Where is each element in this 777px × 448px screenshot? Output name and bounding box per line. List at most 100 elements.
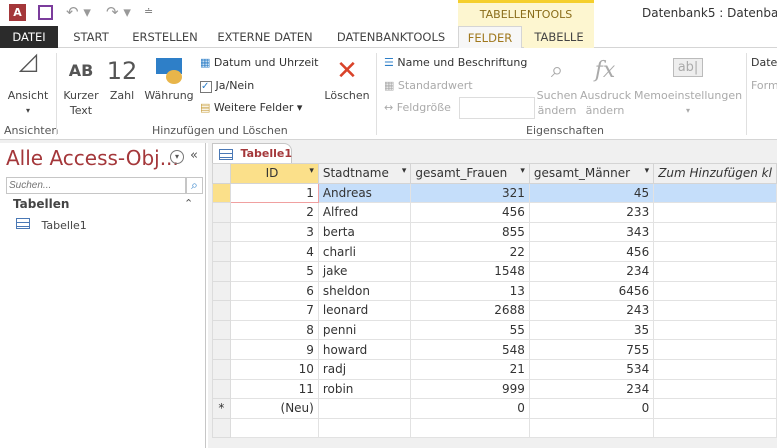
cell-empty[interactable]: [653, 358, 777, 380]
document-tab-tabelle1[interactable]: Tabelle1: [212, 143, 292, 163]
memoeinstellungen-button[interactable]: ab| Memoeinstellungen ▾: [634, 54, 742, 118]
cell-stadtname[interactable]: robin: [317, 378, 412, 400]
cell-empty[interactable]: [653, 241, 777, 262]
cell-gesamt-frauen[interactable]: 321: [410, 182, 530, 204]
table-row[interactable]: 11 robin 999 234: [212, 378, 777, 400]
cell-empty[interactable]: [653, 378, 777, 400]
row-selector[interactable]: [212, 182, 231, 204]
customize-icon[interactable]: ≐: [144, 5, 153, 18]
cell-gesamt-maenner[interactable]: 534: [528, 358, 655, 380]
row-selector[interactable]: [212, 260, 231, 282]
cell-gesamt-frauen[interactable]: 21: [410, 358, 530, 380]
datum-uhrzeit-button[interactable]: ▦ Datum und Uhrzeit: [200, 56, 319, 69]
cell-stadtname[interactable]: charli: [317, 241, 412, 262]
tab-tabelle[interactable]: TABELLE: [524, 26, 594, 48]
table-row[interactable]: 10 radj 21 534: [212, 358, 777, 380]
cell-gesamt-maenner[interactable]: 45: [528, 182, 655, 204]
tab-datei[interactable]: DATEI: [0, 26, 58, 48]
ausdruck-aendern-button[interactable]: fx Ausdruck ändern: [580, 54, 631, 118]
row-selector[interactable]: [212, 221, 231, 243]
cell-id[interactable]: 9: [229, 339, 319, 360]
row-selector[interactable]: [212, 280, 231, 302]
cell-id[interactable]: (Neu): [229, 398, 319, 419]
cell-gesamt-frauen[interactable]: 855: [410, 221, 530, 243]
loeschen-button[interactable]: ✕ Löschen: [324, 54, 370, 103]
cell-stadtname[interactable]: howard: [317, 339, 412, 360]
cell-gesamt-maenner[interactable]: 0: [528, 398, 655, 419]
row-selector[interactable]: [212, 241, 231, 262]
cell-gesamt-maenner[interactable]: 35: [528, 319, 655, 341]
row-selector[interactable]: [212, 358, 231, 380]
cell-empty[interactable]: [653, 182, 777, 204]
cell-stadtname[interactable]: radj: [317, 358, 412, 380]
cell-empty[interactable]: [653, 319, 777, 341]
suchen-aendern-button[interactable]: ⌕ Suchen ändern: [536, 54, 578, 118]
tab-externe-daten[interactable]: EXTERNE DATEN: [212, 26, 318, 48]
cell-id[interactable]: 7: [229, 300, 319, 321]
cell-id[interactable]: 3: [229, 221, 319, 243]
cell-gesamt-maenner[interactable]: 755: [528, 339, 655, 360]
sort-dropdown-icon[interactable]: ▾: [402, 166, 407, 176]
cell-gesamt-maenner[interactable]: 456: [528, 241, 655, 262]
standardwert-button[interactable]: ▦ Standardwert: [384, 79, 473, 92]
cell-empty[interactable]: [653, 260, 777, 282]
cell-stadtname[interactable]: Alfred: [317, 202, 412, 223]
nav-section-tabellen[interactable]: Tabellen: [13, 197, 69, 211]
cell-id[interactable]: 8: [229, 319, 319, 341]
table-row[interactable]: 9 howard 548 755: [212, 339, 777, 360]
nav-search-input[interactable]: [6, 177, 186, 194]
cell-stadtname[interactable]: jake: [317, 260, 412, 282]
cell-empty[interactable]: [653, 339, 777, 360]
cell-stadtname[interactable]: sheldon: [317, 280, 412, 302]
cell-gesamt-frauen[interactable]: 13: [410, 280, 530, 302]
cell-stadtname[interactable]: [317, 398, 412, 419]
cell-id[interactable]: 1: [229, 182, 319, 204]
cell-stadtname[interactable]: Andreas: [317, 182, 412, 204]
cell-stadtname[interactable]: leonard: [317, 300, 412, 321]
name-beschriftung-button[interactable]: ☰ Name und Beschriftung: [384, 56, 527, 69]
tab-datenbanktools[interactable]: DATENBANKTOOLS: [330, 26, 452, 48]
cell-id[interactable]: 10: [229, 358, 319, 380]
cell-id[interactable]: 2: [229, 202, 319, 223]
row-selector[interactable]: [212, 378, 231, 400]
table-row[interactable]: 1 Andreas 321 45: [212, 182, 777, 204]
cell-empty[interactable]: [653, 300, 777, 321]
kurzer-text-button[interactable]: AB Kurzer Text: [62, 54, 100, 118]
sort-dropdown-icon[interactable]: ▾: [645, 166, 650, 176]
cell-stadtname[interactable]: penni: [317, 319, 412, 341]
ja-nein-button[interactable]: ✓ Ja/Nein: [200, 79, 254, 93]
table-row[interactable]: 7 leonard 2688 243: [212, 300, 777, 321]
column-header-gesamt-frauen[interactable]: gesamt_Frauen ▾: [410, 163, 530, 184]
cell-gesamt-frauen[interactable]: 1548: [410, 260, 530, 282]
cell-gesamt-frauen[interactable]: 456: [410, 202, 530, 223]
tab-felder[interactable]: FELDER: [458, 26, 522, 49]
cell-id[interactable]: 4: [229, 241, 319, 262]
cell-gesamt-frauen[interactable]: 0: [410, 398, 530, 419]
table-row[interactable]: 2 Alfred 456 233: [212, 202, 777, 223]
save-icon[interactable]: [38, 5, 53, 20]
collapse-pane-icon[interactable]: «: [190, 148, 198, 163]
column-header-add-field[interactable]: Zum Hinzufügen kl: [653, 163, 777, 184]
access-logo-icon[interactable]: A: [9, 4, 26, 21]
cell-gesamt-maenner[interactable]: 233: [528, 202, 655, 223]
cell-id[interactable]: 5: [229, 260, 319, 282]
cell-empty[interactable]: [653, 398, 777, 419]
table-row[interactable]: 5 jake 1548 234: [212, 260, 777, 282]
nav-item-tabelle1[interactable]: Tabelle1: [16, 218, 87, 232]
table-row[interactable]: 8 penni 55 35: [212, 319, 777, 341]
cell-gesamt-maenner[interactable]: 6456: [528, 280, 655, 302]
cell-gesamt-frauen[interactable]: 22: [410, 241, 530, 262]
column-header-stadtname[interactable]: Stadtname ▾: [317, 163, 412, 184]
sort-dropdown-icon[interactable]: ▾: [520, 166, 525, 176]
nav-menu-icon[interactable]: ▾: [170, 150, 184, 164]
cell-gesamt-maenner[interactable]: 243: [528, 300, 655, 321]
search-icon[interactable]: ⌕: [186, 177, 203, 194]
feldgroesse-input[interactable]: [459, 97, 535, 119]
cell-id[interactable]: 6: [229, 280, 319, 302]
row-selector[interactable]: [212, 300, 231, 321]
row-selector[interactable]: [212, 319, 231, 341]
cell-gesamt-maenner[interactable]: 343: [528, 221, 655, 243]
weitere-felder-button[interactable]: ▤ Weitere Felder ▾: [200, 101, 302, 114]
table-row[interactable]: 3 berta 855 343: [212, 221, 777, 243]
cell-empty[interactable]: [653, 280, 777, 302]
